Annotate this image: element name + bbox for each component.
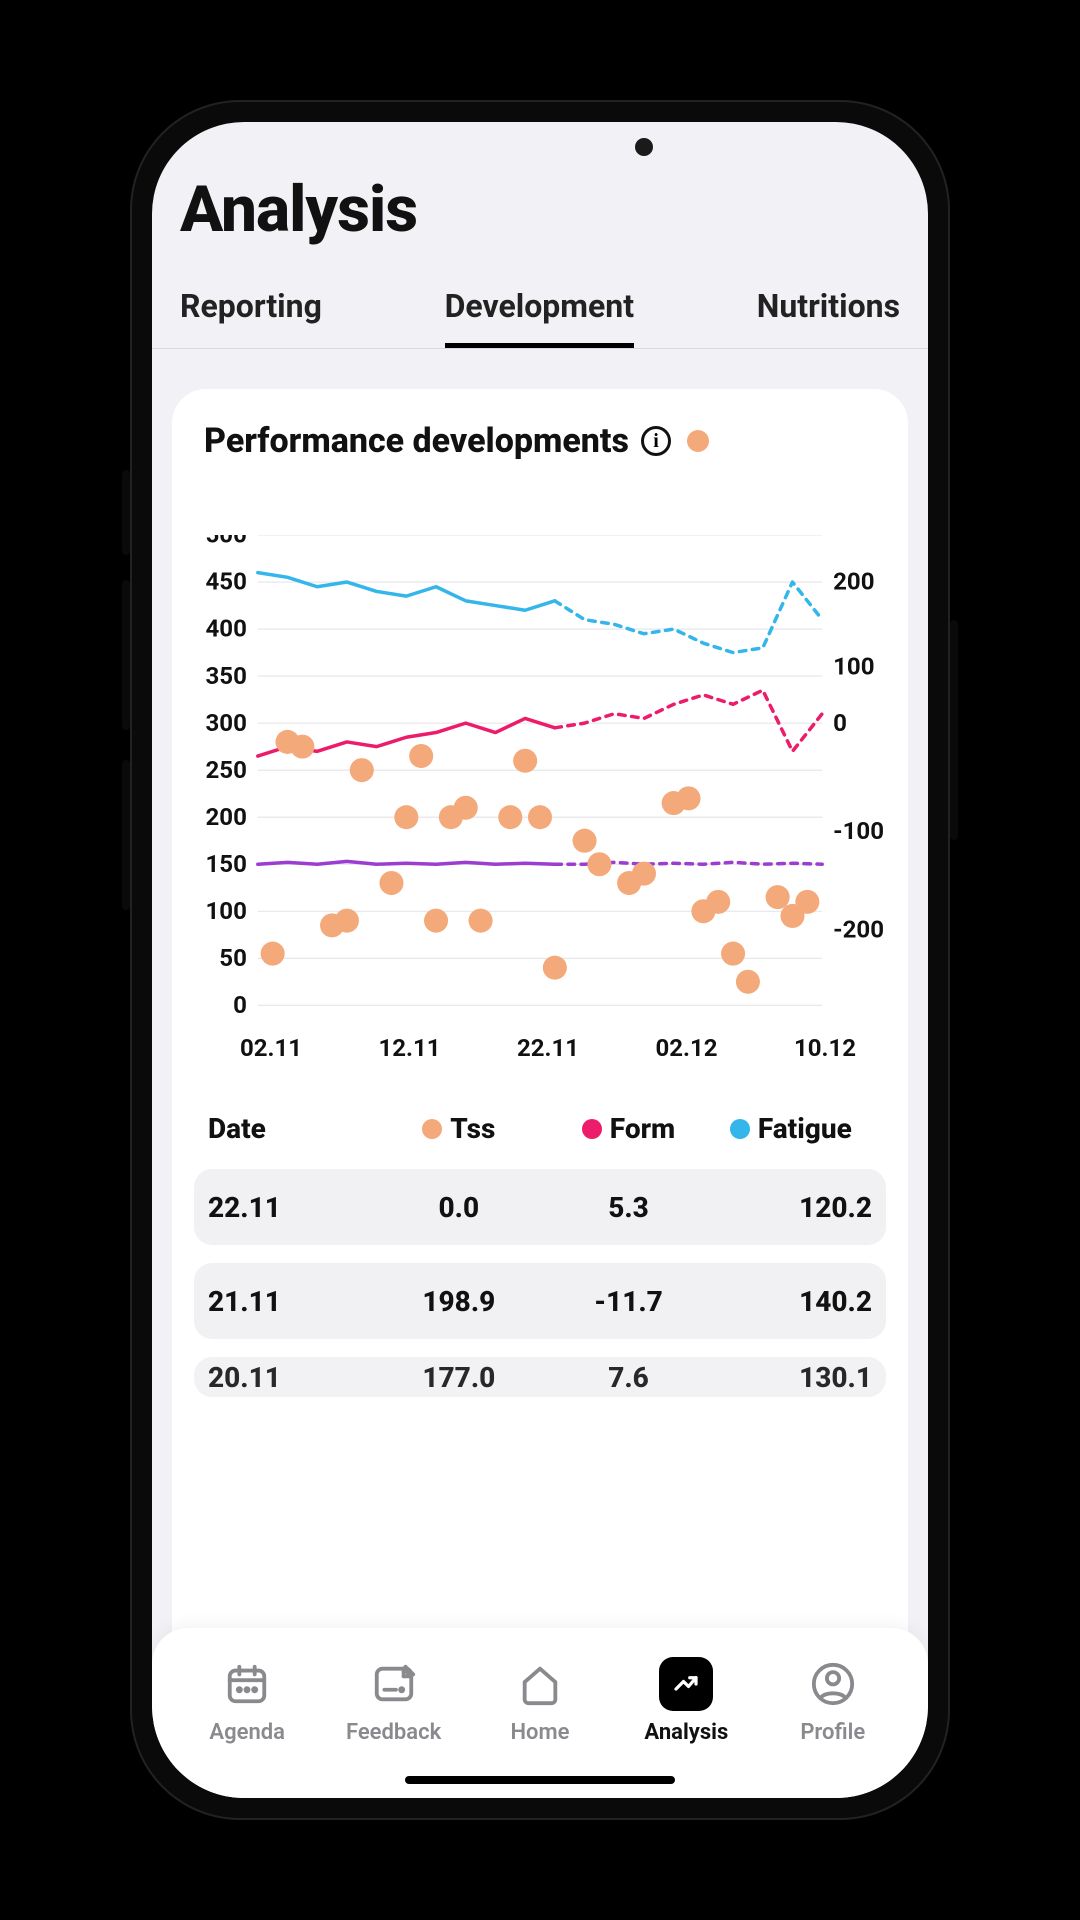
screen: Analysis Reporting Development Nutrition… <box>152 122 928 1798</box>
nav-label: Home <box>510 1720 569 1745</box>
cell-date: 21.11 <box>208 1285 370 1318</box>
svg-text:200: 200 <box>205 803 246 831</box>
phone-side-button <box>122 470 130 555</box>
legend-dot-icon <box>687 430 709 452</box>
column-header-tss: Tss <box>370 1112 547 1145</box>
tab-reporting[interactable]: Reporting <box>180 287 322 348</box>
svg-text:-100: -100 <box>833 817 884 845</box>
column-header-form: Form <box>547 1112 709 1145</box>
home-indicator[interactable] <box>405 1776 675 1784</box>
x-axis-labels: 02.11 12.11 22.11 02.12 10.12 <box>190 1016 890 1062</box>
cell-form: 5.3 <box>547 1191 709 1224</box>
header: Analysis <box>152 122 928 257</box>
home-icon <box>512 1656 568 1712</box>
svg-text:0: 0 <box>833 709 847 737</box>
cell-form: 7.6 <box>547 1361 709 1394</box>
svg-text:450: 450 <box>205 568 246 596</box>
nav-agenda[interactable]: Agenda <box>185 1656 309 1745</box>
nav-label: Profile <box>800 1720 865 1745</box>
chart-svg: 0 50 100 150 200 250 300 350 400 450 500 200 100 0 -10… <box>190 535 890 1016</box>
chart[interactable]: 0 50 100 150 200 250 300 350 400 450 500 200 100 0 -10… <box>190 535 890 1062</box>
x-tick-label: 22.11 <box>517 1034 579 1062</box>
tabs: Reporting Development Nutritions <box>152 257 928 349</box>
svg-text:50: 50 <box>219 944 247 972</box>
nav-analysis[interactable]: Analysis <box>624 1656 748 1745</box>
bottom-nav: Agenda Feedback Home An <box>152 1628 928 1798</box>
phone-side-button <box>122 760 130 910</box>
performance-card: Performance developments i 0 50 100 150 200 2… <box>172 389 908 1798</box>
column-header-fatigue: Fatigue <box>710 1112 872 1145</box>
content: Performance developments i 0 50 100 150 200 2… <box>152 349 928 1798</box>
x-tick-label: 02.12 <box>655 1034 717 1062</box>
analysis-icon <box>658 1656 714 1712</box>
cell-tss: 0.0 <box>370 1191 547 1224</box>
cell-tss: 177.0 <box>370 1361 547 1394</box>
table-row[interactable]: 22.11 0.0 5.3 120.2 <box>194 1169 886 1245</box>
svg-text:-200: -200 <box>833 916 884 944</box>
nav-label: Analysis <box>644 1720 728 1745</box>
phone-side-button <box>950 620 958 840</box>
table-row[interactable]: 21.11 198.9 -11.7 140.2 <box>194 1263 886 1339</box>
card-title: Performance developments <box>204 421 629 461</box>
svg-text:100: 100 <box>833 652 874 680</box>
info-icon[interactable]: i <box>641 426 671 456</box>
svg-text:400: 400 <box>205 615 246 643</box>
nav-home[interactable]: Home <box>478 1656 602 1745</box>
dot-icon <box>582 1119 602 1139</box>
column-header-date: Date <box>208 1112 370 1145</box>
table-header: Date Tss Form Fatigue <box>194 1112 886 1145</box>
nav-label: Agenda <box>209 1720 285 1745</box>
card-header: Performance developments i <box>190 421 890 461</box>
x-tick-label: 10.12 <box>794 1034 856 1062</box>
cell-tss: 198.9 <box>370 1285 547 1318</box>
table-row[interactable]: 20.11 177.0 7.6 130.1 <box>194 1357 886 1397</box>
cell-fatigue: 130.1 <box>710 1361 872 1394</box>
phone-side-button <box>122 580 130 730</box>
svg-text:0: 0 <box>233 991 247 1016</box>
svg-text:300: 300 <box>205 709 246 737</box>
tab-nutritions[interactable]: Nutritions <box>757 287 900 348</box>
feedback-icon <box>366 1656 422 1712</box>
cell-fatigue: 140.2 <box>710 1285 872 1318</box>
data-table: Date Tss Form Fatigue 22.11 0.0 5.3 120.… <box>190 1112 890 1397</box>
page-title: Analysis <box>180 172 900 247</box>
tab-development[interactable]: Development <box>445 287 634 348</box>
profile-icon <box>805 1656 861 1712</box>
dot-icon <box>422 1119 442 1139</box>
cell-date: 20.11 <box>208 1361 370 1394</box>
svg-text:200: 200 <box>833 568 874 596</box>
nav-profile[interactable]: Profile <box>771 1656 895 1745</box>
cell-date: 22.11 <box>208 1191 370 1224</box>
phone-frame: Analysis Reporting Development Nutrition… <box>130 100 950 1820</box>
svg-text:350: 350 <box>205 662 246 690</box>
x-tick-label: 12.11 <box>378 1034 440 1062</box>
calendar-icon <box>219 1656 275 1712</box>
svg-text:250: 250 <box>205 756 246 784</box>
cell-fatigue: 120.2 <box>710 1191 872 1224</box>
nav-label: Feedback <box>346 1720 441 1745</box>
svg-text:500: 500 <box>205 535 246 549</box>
cell-form: -11.7 <box>547 1285 709 1318</box>
svg-text:150: 150 <box>205 850 246 878</box>
x-tick-label: 02.11 <box>240 1034 302 1062</box>
dot-icon <box>730 1119 750 1139</box>
svg-text:100: 100 <box>205 897 246 925</box>
nav-feedback[interactable]: Feedback <box>332 1656 456 1745</box>
